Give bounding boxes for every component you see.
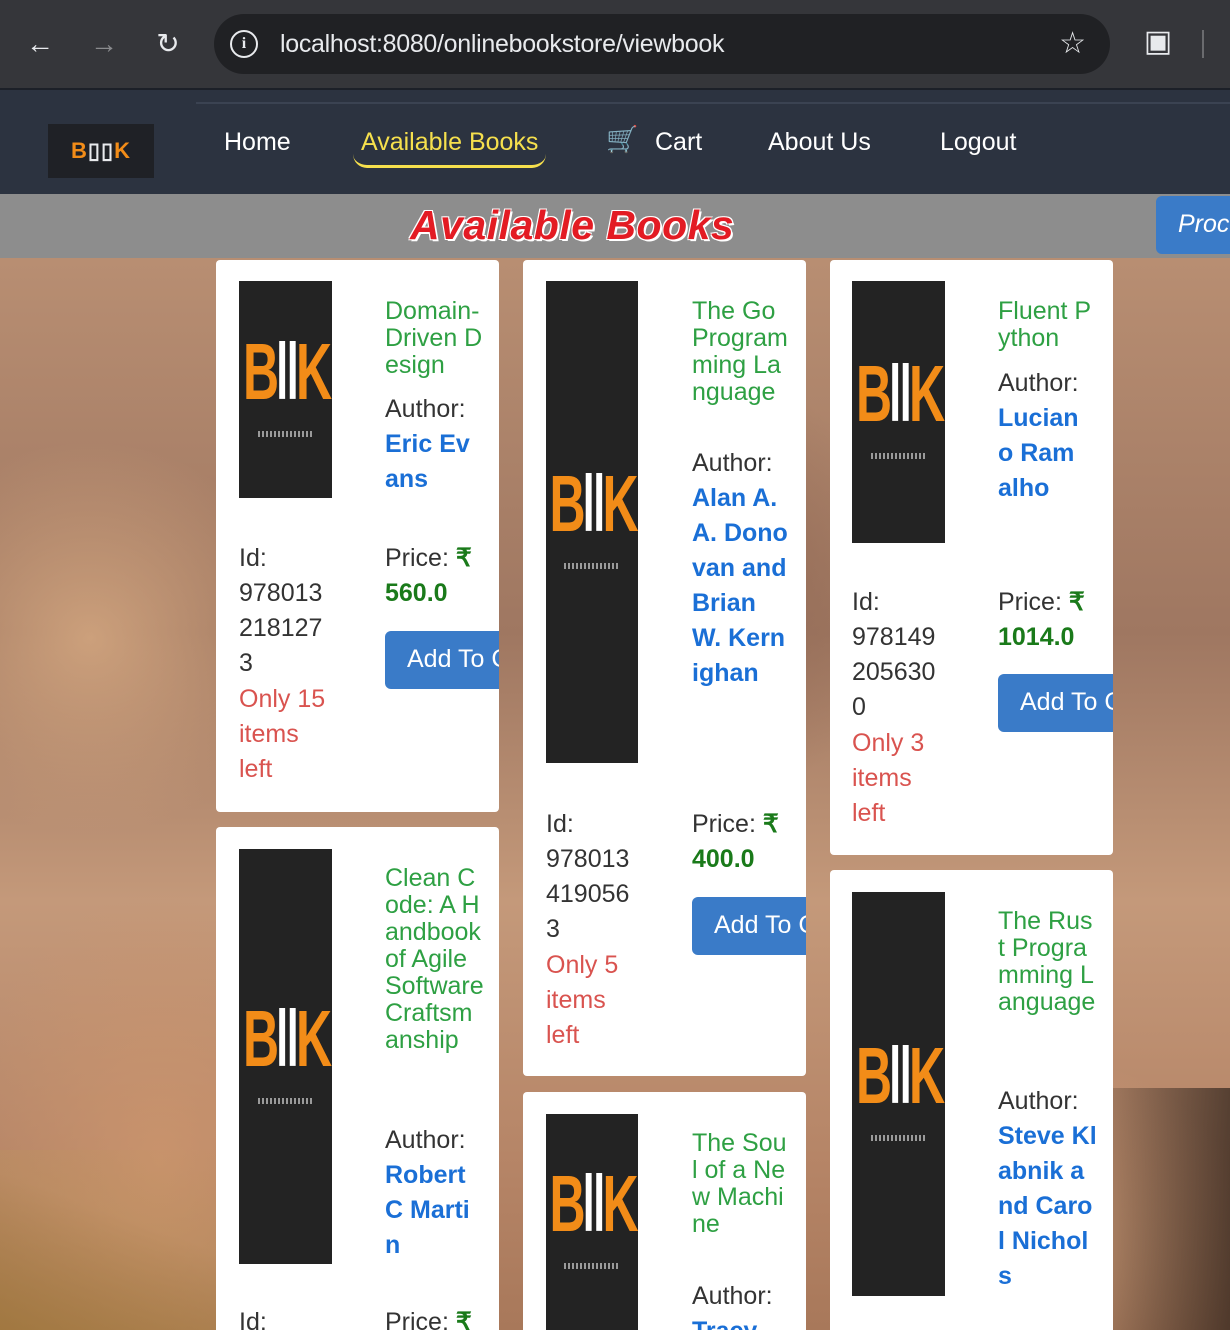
price-label-text: Price:	[385, 1308, 449, 1330]
nav-home[interactable]: Home	[224, 128, 291, 157]
book-title: Fluent Python	[998, 297, 1092, 352]
background-grass	[0, 1150, 230, 1330]
heading-band: Available Books	[0, 194, 1230, 258]
id-label: Id:	[546, 810, 574, 838]
book-author: Luciano Ramalho	[998, 404, 1079, 502]
book-title: Clean Code: A Handbook of Agile Software…	[385, 864, 484, 1054]
nav-about-us[interactable]: About Us	[768, 128, 871, 157]
book-author: Tracy	[692, 1314, 782, 1330]
star-icon[interactable]: ☆	[1059, 26, 1086, 61]
book-author: Alan A. A. Donovan and Brian W. Kernigha…	[692, 484, 788, 687]
price-label-text: Price:	[385, 544, 449, 572]
currency-symbol: ₹	[455, 544, 472, 572]
currency-symbol: ₹	[762, 810, 779, 838]
book-id: 9781492056300	[852, 623, 936, 721]
price-label: Price: ₹	[692, 807, 779, 842]
book-price: 1014.0	[998, 623, 1075, 651]
nav-cart[interactable]: Cart	[655, 128, 702, 157]
id-label: Id:	[852, 588, 880, 616]
add-to-cart-button[interactable]: Add To Cart	[998, 674, 1113, 732]
book-title: The Soul of a New Machine	[692, 1129, 787, 1238]
book-card: B‖K Domain-Driven Design Author: Eric Ev…	[216, 260, 499, 812]
logo-text: B▯▯K	[71, 138, 131, 163]
add-to-cart-button[interactable]: Add To Cart	[385, 631, 499, 689]
book-title: Domain-Driven Design	[385, 297, 483, 379]
info-icon[interactable]: i	[230, 30, 258, 58]
navbar-divider	[196, 102, 1230, 104]
site-navbar: B▯▯K Home Available Books 🛒 Cart About U…	[0, 88, 1230, 194]
book-id: 9780132181273	[239, 579, 323, 677]
browser-toolbar: ← → ↻ i localhost:8080/onlinebookstore/v…	[0, 0, 1230, 88]
price-label: Price: ₹	[385, 1305, 472, 1330]
proceed-button[interactable]: Proceed	[1156, 196, 1230, 254]
add-to-cart-button[interactable]: Add To Cart	[692, 897, 806, 955]
book-title: The Rust Programming Language	[998, 907, 1096, 1016]
currency-symbol: ₹	[1068, 588, 1085, 616]
page-title: Available Books	[410, 202, 735, 248]
url-text[interactable]: localhost:8080/onlinebookstore/viewbook	[280, 30, 724, 59]
reload-icon[interactable]: ↻	[150, 26, 186, 62]
background-shade	[1100, 1088, 1230, 1330]
stock-status: Only 3 items left	[852, 729, 925, 827]
book-card: B‖K The Go Programming Language Author: …	[523, 260, 806, 1076]
book-author: Robert C Martin	[385, 1161, 470, 1259]
site-logo[interactable]: B▯▯K	[48, 124, 154, 178]
book-cover-image: B‖K	[239, 849, 332, 1264]
nav-available-books[interactable]: Available Books	[353, 128, 547, 168]
back-arrow-icon[interactable]: ←	[22, 26, 58, 62]
stock-status: Only 5 items left	[546, 951, 619, 1049]
book-cover-image: B‖K	[239, 281, 332, 498]
cart-icon[interactable]: 🛒	[606, 124, 638, 155]
author-label: Author:	[692, 1282, 773, 1310]
nav-logout[interactable]: Logout	[940, 128, 1016, 157]
book-cover-image: B‖K	[852, 892, 945, 1296]
book-price: 560.0	[385, 579, 448, 607]
book-cover-image: B‖K	[546, 281, 639, 763]
stock-status: Only 15 items left	[239, 685, 326, 783]
book-author: Steve Klabnik and Carol Nichols	[998, 1122, 1097, 1290]
book-card: B‖K Clean Code: A Handbook of Agile Soft…	[216, 827, 499, 1330]
book-author: Eric Evans	[385, 430, 470, 493]
author-label: Author:	[692, 449, 773, 477]
price-label: Price: ₹	[998, 585, 1085, 620]
forward-arrow-icon[interactable]: →	[86, 26, 122, 62]
address-bar[interactable]: i localhost:8080/onlinebookstore/viewboo…	[214, 14, 1110, 74]
author-label: Author:	[385, 1126, 466, 1154]
author-label: Author:	[998, 369, 1079, 397]
book-cover-image: B‖K	[852, 281, 945, 543]
price-label-text: Price:	[998, 588, 1062, 616]
id-label: Id:	[239, 1308, 267, 1330]
book-card: B‖K Fluent Python Author: Luciano Ramalh…	[830, 260, 1113, 855]
book-id: 9780134190563	[546, 845, 630, 943]
toolbar-divider	[1202, 30, 1204, 58]
id-label: Id:	[239, 544, 267, 572]
puzzle-icon[interactable]: ▣	[1140, 24, 1176, 60]
book-cover-image: B‖K	[546, 1114, 639, 1330]
currency-symbol: ₹	[455, 1308, 472, 1330]
book-title: The Go Programming Language	[692, 297, 788, 406]
author-label: Author:	[998, 1087, 1079, 1115]
price-label: Price: ₹	[385, 541, 472, 576]
book-card: B‖K The Soul of a New Machine Author: Tr…	[523, 1092, 806, 1330]
author-label: Author:	[385, 395, 466, 423]
price-label-text: Price:	[692, 810, 756, 838]
book-price: 400.0	[692, 845, 755, 873]
book-card: B‖K The Rust Programming Language Author…	[830, 870, 1113, 1330]
